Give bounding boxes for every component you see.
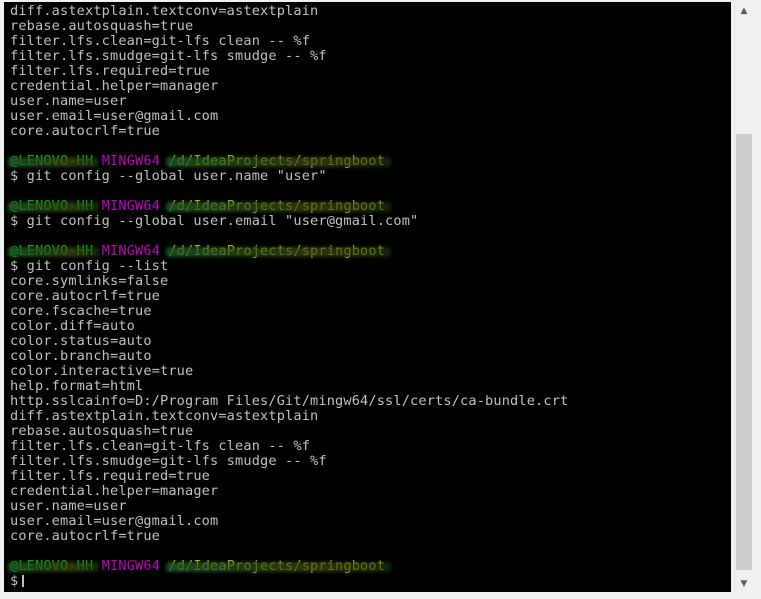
prompt-line: @LENOVO-HH MINGW64 /d/IdeaProjects/sprin… <box>10 244 568 259</box>
prompt-user: @LENOVO-HH <box>10 558 94 574</box>
shell-prompt-symbol: $ <box>10 573 19 589</box>
prompt-line: @LENOVO-HH MINGW64 /d/IdeaProjects/sprin… <box>10 199 568 214</box>
blank-line <box>10 544 568 559</box>
output-line: user.name=user <box>10 498 127 514</box>
output-line: $ git config --global user.email "user@g… <box>10 213 419 229</box>
output-line: color.interactive=true <box>10 363 194 379</box>
terminal-output[interactable]: diff.astextplain.textconv=astextplain reb… <box>4 2 731 592</box>
output-line: help.format=html <box>10 378 144 394</box>
git-bash-window: diff.astextplain.textconv=astextplain reb… <box>0 0 761 599</box>
output-line: filter.lfs.clean=git-lfs clean -- %f <box>10 438 311 454</box>
output-line: color.status=auto <box>10 333 152 349</box>
prompt-host: MINGW64 <box>101 558 161 574</box>
prompt-host: MINGW64 <box>101 243 161 259</box>
output-line: color.diff=auto <box>10 318 136 334</box>
output-line: diff.astextplain.textconv=astextplain <box>10 3 319 19</box>
output-line: filter.lfs.smudge=git-lfs smudge -- %f <box>10 48 327 64</box>
blank-line <box>10 229 568 244</box>
scroll-up-button[interactable]: ▲ <box>735 2 753 19</box>
prompt-host: MINGW64 <box>101 153 161 169</box>
output-line: core.autocrlf=true <box>10 528 161 544</box>
output-line: http.sslcainfo=D:/Program Files/Git/ming… <box>10 393 569 409</box>
output-line: filter.lfs.required=true <box>10 63 211 79</box>
prompt-path: /d/IdeaProjects/springboot <box>168 243 386 259</box>
output-line: core.autocrlf=true <box>10 288 161 304</box>
output-line: rebase.autosquash=true <box>10 18 194 34</box>
triangle-up-icon: ▲ <box>740 5 748 16</box>
output-line: $ git config --list <box>10 258 169 274</box>
output-line: user.email=user@gmail.com <box>10 108 219 124</box>
prompt-user: @LENOVO-HH <box>10 243 94 259</box>
prompt-line: @LENOVO-HH MINGW64 /d/IdeaProjects/sprin… <box>10 559 568 574</box>
prompt-line: @LENOVO-HH MINGW64 /d/IdeaProjects/sprin… <box>10 154 568 169</box>
terminal-lines: diff.astextplain.textconv=astextplain reb… <box>10 4 568 589</box>
blank-line <box>10 139 568 154</box>
output-line: color.branch=auto <box>10 348 152 364</box>
blank-line <box>10 184 568 199</box>
output-line: core.symlinks=false <box>10 273 169 289</box>
output-line: filter.lfs.smudge=git-lfs smudge -- %f <box>10 453 327 469</box>
scroll-thumb[interactable] <box>736 134 752 570</box>
scroll-down-button[interactable]: ▼ <box>735 575 753 592</box>
output-line: diff.astextplain.textconv=astextplain <box>10 408 319 424</box>
output-line: credential.helper=manager <box>10 78 219 94</box>
output-line: filter.lfs.clean=git-lfs clean -- %f <box>10 33 311 49</box>
output-line: rebase.autosquash=true <box>10 423 194 439</box>
prompt-user: @LENOVO-HH <box>10 198 94 214</box>
triangle-down-icon: ▼ <box>740 578 748 589</box>
output-line: core.fscache=true <box>10 303 152 319</box>
output-line: user.name=user <box>10 93 127 109</box>
output-line: user.email=user@gmail.com <box>10 513 219 529</box>
window-border <box>754 0 761 599</box>
prompt-path: /d/IdeaProjects/springboot <box>168 198 386 214</box>
prompt-host: MINGW64 <box>101 198 161 214</box>
text-cursor <box>22 575 25 587</box>
output-line: core.autocrlf=true <box>10 123 161 139</box>
vertical-scrollbar[interactable]: ▲ ▼ <box>734 2 753 592</box>
prompt-path: /d/IdeaProjects/springboot <box>168 153 386 169</box>
prompt-user: @LENOVO-HH <box>10 153 94 169</box>
command-input-line[interactable]: $ <box>10 574 568 589</box>
output-line: credential.helper=manager <box>10 483 219 499</box>
output-line: $ git config --global user.name "user" <box>10 168 327 184</box>
output-line: filter.lfs.required=true <box>10 468 211 484</box>
prompt-path: /d/IdeaProjects/springboot <box>168 558 386 574</box>
